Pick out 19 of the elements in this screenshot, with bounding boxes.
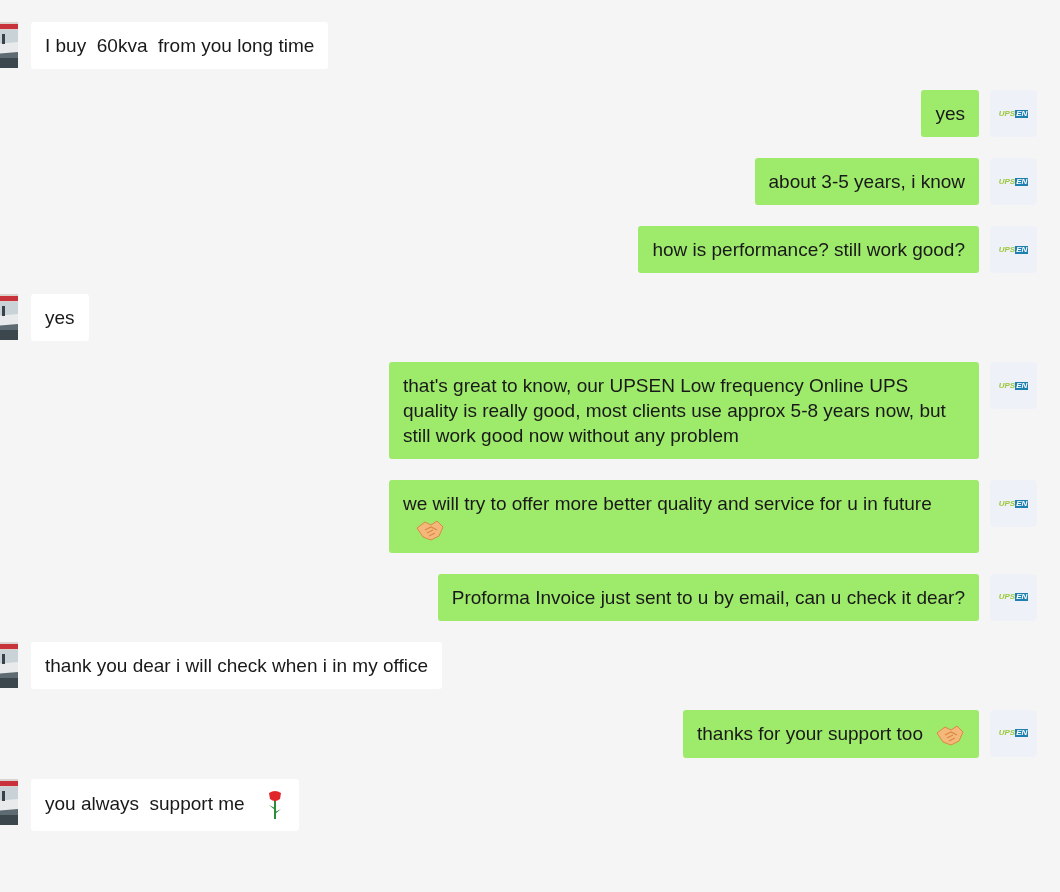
logo-text: UPSEN [998, 499, 1029, 508]
logo-text: UPSEN [998, 593, 1029, 602]
message-bubble: thank you dear i will check when i in my office [31, 642, 442, 689]
message-bubble: that's great to know, our UPSEN Low frequency Online UPS quality is really good, most clients use approx 5-8 years now, but still work good now without any problem [389, 362, 979, 459]
message-bubble: how is performance? still work good? [638, 226, 979, 273]
message-bubble: you always support me [31, 778, 299, 831]
message-bubble: we will try to offer more better quality and service for u in future [389, 480, 979, 553]
message-bubble: about 3-5 years, i know [754, 158, 979, 205]
logo-text: UPSEN [998, 729, 1029, 738]
logo-text: UPSEN [998, 381, 1029, 390]
logo-text: UPSEN [998, 109, 1029, 118]
message-bubble: Proforma Invoice just sent to u by email, can u check it dear? [437, 574, 979, 621]
handshake-icon [415, 518, 445, 542]
message-bubble: thanks for your support too [683, 710, 979, 758]
message-bubble: yes [921, 90, 979, 137]
message-bubble: I buy 60kva from you long time [31, 22, 329, 69]
logo-text: UPSEN [998, 245, 1029, 254]
message-bubble: yes [31, 294, 89, 341]
logo-text: UPSEN [998, 177, 1029, 186]
